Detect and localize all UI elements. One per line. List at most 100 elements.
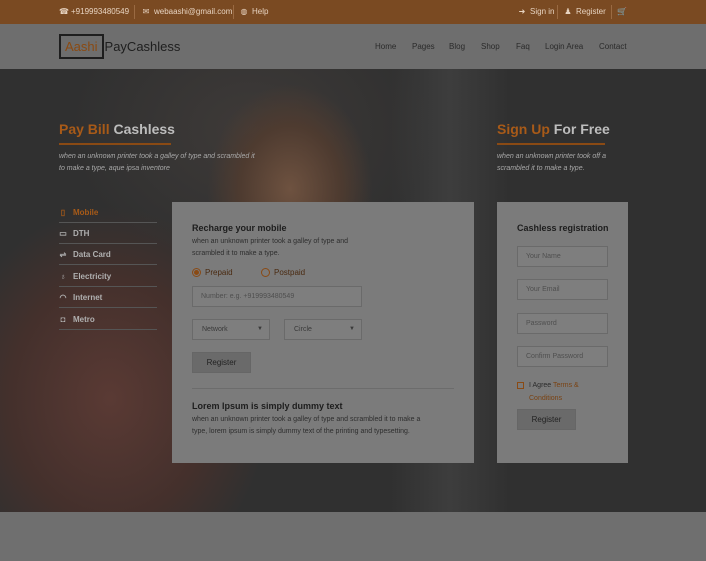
bulb-icon: ♁ [60, 271, 66, 281]
prepaid-radio[interactable]: Prepaid [192, 268, 233, 277]
pay-bill-underline [59, 143, 171, 145]
cart-link[interactable]: 🛒 [617, 0, 627, 24]
topbar-divider [557, 5, 558, 19]
recharge-title: Recharge your mobile [192, 223, 287, 233]
caret-down-icon: ▼ [349, 326, 355, 332]
service-item-data-card[interactable]: ⇌ Data Card [59, 244, 157, 265]
postpaid-label: Postpaid [274, 268, 306, 277]
phone-number: +919993480549 [71, 7, 130, 16]
name-input[interactable]: Your Name [517, 246, 608, 267]
postpaid-radio[interactable]: Postpaid [261, 268, 305, 277]
nav-pages[interactable]: Pages [412, 24, 435, 69]
registration-title: Cashless registration [517, 223, 609, 233]
registration-register-button[interactable]: Register [517, 409, 576, 430]
nav-faq[interactable]: Faq [516, 24, 530, 69]
topbar-divider [611, 5, 612, 19]
circle-select-value: Circle [294, 326, 312, 333]
service-label: DTH [73, 228, 90, 238]
agree-label: I Agree [529, 382, 552, 389]
wifi-icon: ◠ [59, 292, 67, 302]
nav-blog[interactable]: Blog [449, 24, 465, 69]
lorem-description: when an unknown printer took a galley of… [192, 414, 420, 438]
service-item-internet[interactable]: ◠ Internet [59, 287, 157, 308]
service-item-dth[interactable]: ▭ DTH [59, 223, 157, 244]
topbar-divider [134, 5, 135, 19]
service-label: Data Card [73, 249, 111, 259]
password-input[interactable]: Password [517, 313, 608, 334]
pay-bill-title: Pay Bill Cashless [59, 121, 175, 137]
service-label: Mobile [73, 207, 99, 217]
signin-icon: ➜ [518, 7, 526, 16]
network-select-value: Network [202, 326, 228, 333]
footer-strip [0, 512, 706, 561]
sign-up-description: when an unknown printer took off a scram… [497, 151, 606, 175]
envelope-icon: ✉ [142, 7, 150, 16]
nav-home[interactable]: Home [375, 24, 396, 69]
mobile-icon: ▯ [60, 207, 66, 217]
pay-bill-desc-line: to make a type, aque ipsa inventore [59, 165, 170, 172]
network-select[interactable]: Network ▼ [192, 319, 270, 340]
pay-bill-description: when an unknown printer took a galley of… [59, 151, 255, 175]
top-bar: ☎ +919993480549 ✉ webaashi@gmail.com ◍ H… [0, 0, 706, 24]
pay-bill-title-accent: Pay Bill [59, 121, 110, 137]
terms-link[interactable]: Terms & [553, 382, 579, 389]
register-link[interactable]: ♟ Register [564, 0, 606, 24]
tv-icon: ▭ [59, 228, 67, 238]
terms-text: I Agree Terms & Conditions [529, 379, 579, 405]
email-address: webaashi@gmail.com [154, 7, 233, 16]
globe-icon: ◍ [240, 7, 248, 16]
sign-up-underline [497, 143, 605, 145]
service-label: Metro [73, 314, 95, 324]
lorem-desc-line: type, lorem ipsum is simply dummy text o… [192, 428, 410, 435]
phone-contact[interactable]: ☎ +919993480549 [59, 0, 129, 24]
usb-icon: ⇌ [59, 249, 67, 259]
signin-link[interactable]: ➜ Sign in [518, 0, 555, 24]
nav-login-area[interactable]: Login Area [545, 24, 583, 69]
recharge-desc-line: when an unknown printer took a galley of… [192, 238, 349, 245]
sign-up-title-rest: For Free [553, 121, 610, 137]
help-link[interactable]: ◍ Help [240, 0, 269, 24]
sign-up-desc-line: when an unknown printer took off a [497, 153, 606, 160]
number-input[interactable]: Number: e.g. +919993480549 [192, 286, 362, 307]
sign-up-desc-line: scrambled it to make a type. [497, 165, 585, 172]
sign-up-title-accent: Sign Up [497, 121, 550, 137]
logo-boxed-text: Aashi [59, 34, 104, 59]
service-item-electricity[interactable]: ♁ Electricity [59, 266, 157, 287]
recharge-description: when an unknown printer took a galley of… [192, 236, 348, 260]
service-label: Internet [73, 292, 103, 302]
service-item-mobile[interactable]: ▯ Mobile [59, 202, 157, 223]
registration-panel: Cashless registration Your Name Your Ema… [497, 202, 628, 463]
cart-icon: 🛒 [617, 7, 627, 16]
site-logo[interactable]: Aashi PayCashless [59, 34, 180, 59]
topbar-divider [233, 5, 234, 19]
train-icon: ◘ [60, 314, 66, 324]
pay-bill-desc-line: when an unknown printer took a galley of… [59, 153, 255, 160]
prepaid-label: Prepaid [205, 268, 233, 277]
email-input[interactable]: Your Email [517, 279, 608, 300]
confirm-password-input[interactable]: Confirm Password [517, 346, 608, 367]
phone-icon: ☎ [59, 7, 69, 16]
sign-up-title: Sign Up For Free [497, 121, 610, 137]
nav-shop[interactable]: Shop [481, 24, 500, 69]
radio-empty-icon [261, 268, 270, 277]
register-label: Register [576, 7, 606, 16]
user-plus-icon: ♟ [564, 7, 572, 16]
circle-select[interactable]: Circle ▼ [284, 319, 362, 340]
email-contact[interactable]: ✉ webaashi@gmail.com [142, 0, 233, 24]
nav-contact[interactable]: Contact [599, 24, 627, 69]
lorem-desc-line: when an unknown printer took a galley of… [192, 416, 421, 423]
conditions-link[interactable]: Conditions [529, 392, 579, 405]
site-header: Aashi PayCashless Home Pages Blog Shop F… [0, 24, 706, 69]
logo-rest-text: PayCashless [104, 39, 181, 54]
recharge-register-button[interactable]: Register [192, 352, 251, 373]
caret-down-icon: ▼ [257, 326, 263, 332]
lorem-title: Lorem Ipsum is simply dummy text [192, 401, 343, 411]
service-label: Electricity [73, 271, 112, 281]
help-label: Help [252, 7, 269, 16]
agree-checkbox[interactable] [517, 382, 524, 389]
recharge-panel: Recharge your mobile when an unknown pri… [172, 202, 474, 463]
panel-divider [192, 388, 454, 389]
radio-selected-icon [192, 268, 201, 277]
hero-section: Pay Bill Cashless when an unknown printe… [0, 69, 706, 512]
service-item-metro[interactable]: ◘ Metro [59, 309, 157, 330]
